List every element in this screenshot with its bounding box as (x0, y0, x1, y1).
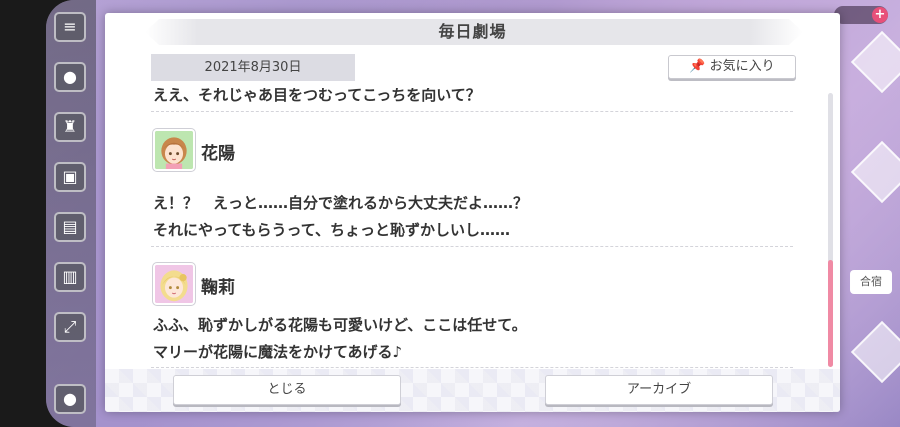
avatar-mari (153, 263, 195, 305)
message-line: それにやってもらうって、ちょっと恥ずかしいし…… (153, 221, 511, 239)
chat-icon[interactable]: ● (54, 62, 86, 92)
dialog-title: 毎日劇場 (438, 22, 507, 41)
message-line: マリーが花陽に魔法をかけてあげる♪ (153, 343, 403, 361)
message-line-partial: ええ、それじゃあ目をつむってこっちを向いて？ (153, 88, 793, 112)
deco-tile (850, 30, 900, 94)
expand-icon[interactable]: ⤢ (54, 312, 86, 342)
favorite-button-label: お気に入り (709, 59, 775, 74)
message-text: ええ、それじゃあ目をつむってこっちを向いて？ (153, 88, 481, 104)
avatar-hanayo (153, 129, 195, 171)
scrollbar-thumb[interactable] (828, 260, 833, 367)
archive-button[interactable]: アーカイブ (545, 375, 773, 405)
divider (151, 246, 793, 247)
speaker-name: 鞠莉 (201, 278, 235, 298)
side-label[interactable]: 合宿 (850, 270, 892, 294)
date-label: 2021年8月30日 (151, 54, 355, 81)
speaker-name: 花陽 (201, 144, 235, 164)
menu-icon[interactable]: ≡ (54, 12, 86, 42)
message-line: え！？ えっと……自分で塗れるから大丈夫だよ……？ (153, 194, 529, 212)
card-icon[interactable]: ▥ (54, 262, 86, 292)
pin-icon: 📌 (689, 59, 706, 74)
profile-icon[interactable]: ● (54, 384, 86, 414)
gift-icon[interactable]: ▣ (54, 162, 86, 192)
favorite-button[interactable]: 📌 お気に入り (668, 55, 796, 79)
message-line: ふふ、恥ずかしがる花陽も可愛いけど、ここは任せて。 (153, 316, 527, 334)
shirt-icon[interactable]: ♜ (54, 112, 86, 142)
right-decoration (840, 0, 900, 427)
divider (151, 111, 793, 112)
daily-theater-dialog: 毎日劇場 2021年8月30日 📌 お気に入り ええ、それじゃあ目をつむってこっち… (105, 13, 840, 412)
message-icon[interactable]: ▤ (54, 212, 86, 242)
divider (151, 367, 793, 368)
close-button[interactable]: とじる (173, 375, 401, 405)
dialogue-log[interactable]: ええ、それじゃあ目をつむってこっちを向いて？ 花陽 え！？ えっと……自分で塗れ… (151, 88, 793, 368)
deco-tile (850, 320, 900, 384)
deco-tile (850, 140, 900, 204)
